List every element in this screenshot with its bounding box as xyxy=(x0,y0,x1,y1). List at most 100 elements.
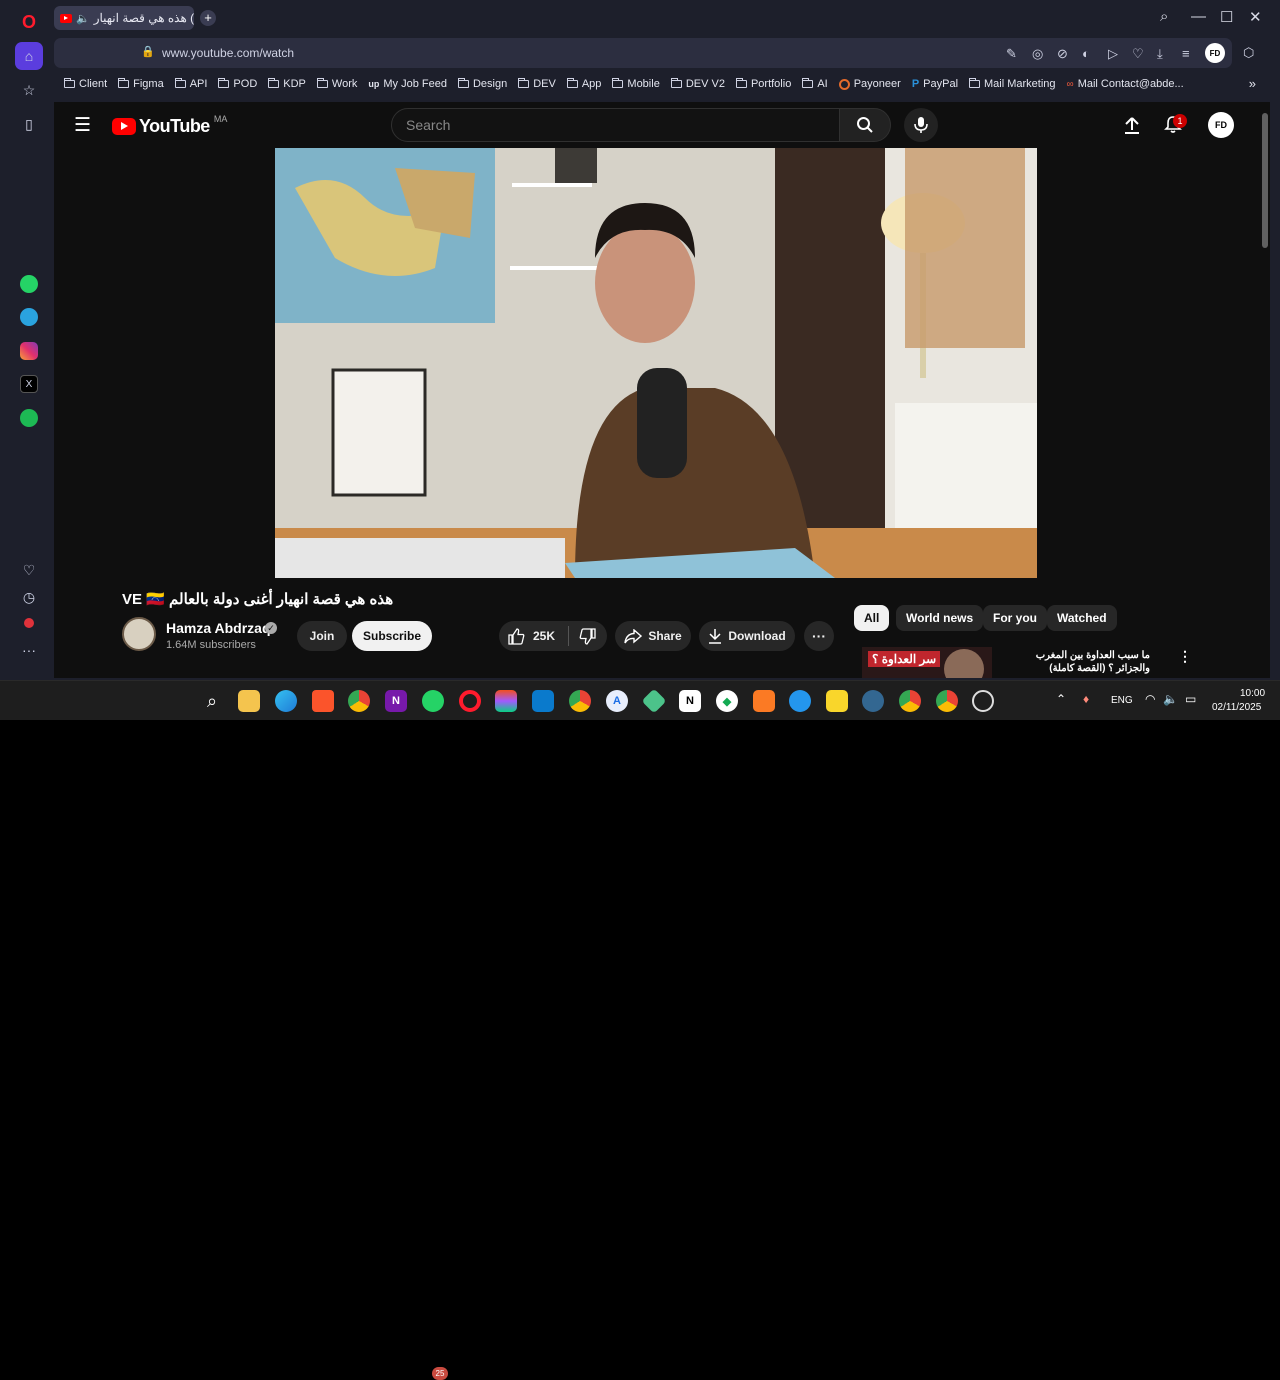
like-button[interactable]: 25K xyxy=(499,627,555,645)
bookmark-mail-marketing[interactable]: Mail Marketing xyxy=(969,78,1056,90)
sticky-notes-icon[interactable] xyxy=(826,690,848,712)
upload-icon[interactable] xyxy=(1124,116,1140,134)
channel-avatar[interactable] xyxy=(122,617,156,651)
file-explorer-icon[interactable] xyxy=(238,690,260,712)
edit-icon[interactable]: ✎ xyxy=(1006,46,1017,62)
figma-icon[interactable] xyxy=(495,690,517,712)
dislike-button[interactable] xyxy=(579,627,596,645)
youtube-logo[interactable]: YouTube MA xyxy=(112,114,227,137)
instagram-icon[interactable] xyxy=(15,337,43,365)
x-twitter-icon[interactable]: X xyxy=(15,370,43,398)
account-avatar[interactable]: FD xyxy=(1208,112,1234,138)
bookmark-figma[interactable]: Figma xyxy=(118,78,164,90)
lock-icon[interactable]: 🔒 xyxy=(141,45,155,58)
profile-avatar-icon[interactable]: FD xyxy=(1205,43,1225,63)
easy-setup-icon[interactable]: ≡ xyxy=(1182,46,1190,61)
brave-icon[interactable] xyxy=(312,690,334,712)
obs-record-icon[interactable] xyxy=(972,690,994,712)
menu-hamburger-icon[interactable]: ☰ xyxy=(74,114,91,137)
chip-for-you[interactable]: For you xyxy=(983,605,1047,631)
search-icon[interactable]: ⌕ xyxy=(201,690,223,712)
bookmark-design[interactable]: Design xyxy=(457,78,507,90)
bookmark-mobile[interactable]: Mobile xyxy=(612,78,660,90)
page-scrollbar[interactable] xyxy=(1262,113,1268,248)
search-tabs-icon[interactable]: ⌕ xyxy=(1160,8,1168,25)
bookmark-ai[interactable]: AI xyxy=(802,78,828,90)
diamond-app-icon[interactable] xyxy=(641,688,667,714)
bookmark-dev[interactable]: DEV xyxy=(518,78,556,90)
subscribe-button[interactable]: Subscribe xyxy=(352,621,432,651)
bookmark-portfolio[interactable]: Portfolio xyxy=(735,78,791,90)
bookmark-paypal[interactable]: P PayPal xyxy=(912,78,958,90)
opera-logo-icon[interactable]: O xyxy=(15,8,43,36)
chrome-dev-icon[interactable] xyxy=(936,690,958,712)
adblock-icon[interactable]: ⊘ xyxy=(1057,46,1068,62)
join-button[interactable]: Join xyxy=(297,621,347,651)
minimize-button[interactable]: — xyxy=(1191,8,1206,25)
language-indicator[interactable]: ENG xyxy=(1111,695,1133,706)
history-clock-icon[interactable]: ◷ xyxy=(15,583,43,611)
windows-start-icon[interactable] xyxy=(164,690,186,712)
bookmark-client[interactable]: Client xyxy=(64,78,107,90)
app-store-icon[interactable]: A xyxy=(606,690,628,712)
favorite-heart-icon[interactable]: ♡ xyxy=(1132,46,1144,62)
video-player[interactable] xyxy=(275,148,1037,578)
chrome-icon[interactable] xyxy=(348,690,370,712)
bookmark-work[interactable]: Work xyxy=(316,78,357,90)
edge-icon[interactable] xyxy=(275,690,297,712)
tray-chevron-icon[interactable]: ⌃ xyxy=(1056,692,1066,706)
chrome-alt-icon[interactable] xyxy=(899,690,921,712)
record-icon[interactable] xyxy=(15,609,43,637)
search-input[interactable] xyxy=(406,117,806,133)
bookmark-my-job-feed[interactable]: up My Job Feed xyxy=(368,78,447,90)
whatsapp-taskbar-icon[interactable] xyxy=(422,690,444,712)
home-icon[interactable]: ⌂ xyxy=(15,42,43,70)
vscode-icon[interactable] xyxy=(532,690,554,712)
bookmark-api[interactable]: API xyxy=(174,78,207,90)
download-icon[interactable]: ⤓ xyxy=(1157,46,1163,62)
more-actions-button[interactable]: ··· xyxy=(804,621,834,651)
share-button[interactable]: Share xyxy=(615,621,691,651)
voice-search-button[interactable] xyxy=(904,108,938,142)
onenote-icon[interactable]: N xyxy=(385,690,407,712)
clock-time[interactable]: 10:00 xyxy=(1240,688,1265,699)
more-bookmarks-icon[interactable]: » xyxy=(1249,76,1256,91)
audio-speaker-icon[interactable]: 🔈 xyxy=(76,12,90,25)
download-button[interactable]: Download xyxy=(699,621,795,651)
vpn-icon[interactable]: ◐ xyxy=(1082,46,1090,61)
whatsapp-icon[interactable] xyxy=(15,270,43,298)
url-field[interactable]: 🔒 www.youtube.com/watch ✎ ◎ ⊘ ◐ ▷ ♡ ⤓ ≡ … xyxy=(54,38,1232,68)
recommended-title[interactable]: ما سبب العداوة بين المغرب والجزائر ؟ (ال… xyxy=(1000,649,1150,675)
close-button[interactable]: ✕ xyxy=(1249,8,1262,26)
chip-world-news[interactable]: World news xyxy=(896,605,984,631)
clock-date[interactable]: 02/11/2025 xyxy=(1212,702,1261,713)
spotify-icon[interactable] xyxy=(15,404,43,432)
postgres-icon[interactable] xyxy=(862,690,884,712)
recommended-more-icon[interactable]: ⋮ xyxy=(1178,648,1192,665)
search-button[interactable] xyxy=(839,108,891,142)
wifi-icon[interactable]: ◠ xyxy=(1145,692,1155,706)
bookmark-dev-v2[interactable]: DEV V2 xyxy=(670,78,725,90)
notion-icon[interactable]: N xyxy=(679,690,701,712)
chrome-profile-icon[interactable] xyxy=(569,690,591,712)
pinboard-icon[interactable]: ▯ xyxy=(15,110,43,138)
battery-icon[interactable]: ▭ xyxy=(1185,692,1196,706)
bookmark-app[interactable]: App xyxy=(566,78,601,90)
channel-name[interactable]: Hamza Abdrzaq xyxy=(166,620,271,636)
mongodb-icon[interactable]: ◆ xyxy=(716,690,738,712)
play-icon[interactable]: ▷ xyxy=(1108,46,1118,62)
tray-mic-icon[interactable]: ♦ xyxy=(1083,692,1089,706)
camera-icon[interactable]: ◎ xyxy=(1032,46,1043,62)
bookmark-pod[interactable]: POD xyxy=(218,78,257,90)
docker-icon[interactable] xyxy=(789,690,811,712)
tab-youtube[interactable]: 🔈 (1) هذه هي قصة انهيار xyxy=(54,6,194,30)
extensions-cube-icon[interactable]: ⬡ xyxy=(1243,45,1254,61)
new-tab-button[interactable]: + xyxy=(200,10,216,26)
bookmark-payoneer[interactable]: Payoneer xyxy=(838,78,901,90)
telegram-icon[interactable] xyxy=(15,303,43,331)
recommended-thumbnail[interactable]: سر العداوة ؟ xyxy=(862,647,992,678)
chip-all[interactable]: All xyxy=(854,605,890,631)
bookmark-kdp[interactable]: KDP xyxy=(268,78,306,90)
xampp-icon[interactable] xyxy=(753,690,775,712)
volume-icon[interactable]: 🔈 xyxy=(1163,692,1178,706)
